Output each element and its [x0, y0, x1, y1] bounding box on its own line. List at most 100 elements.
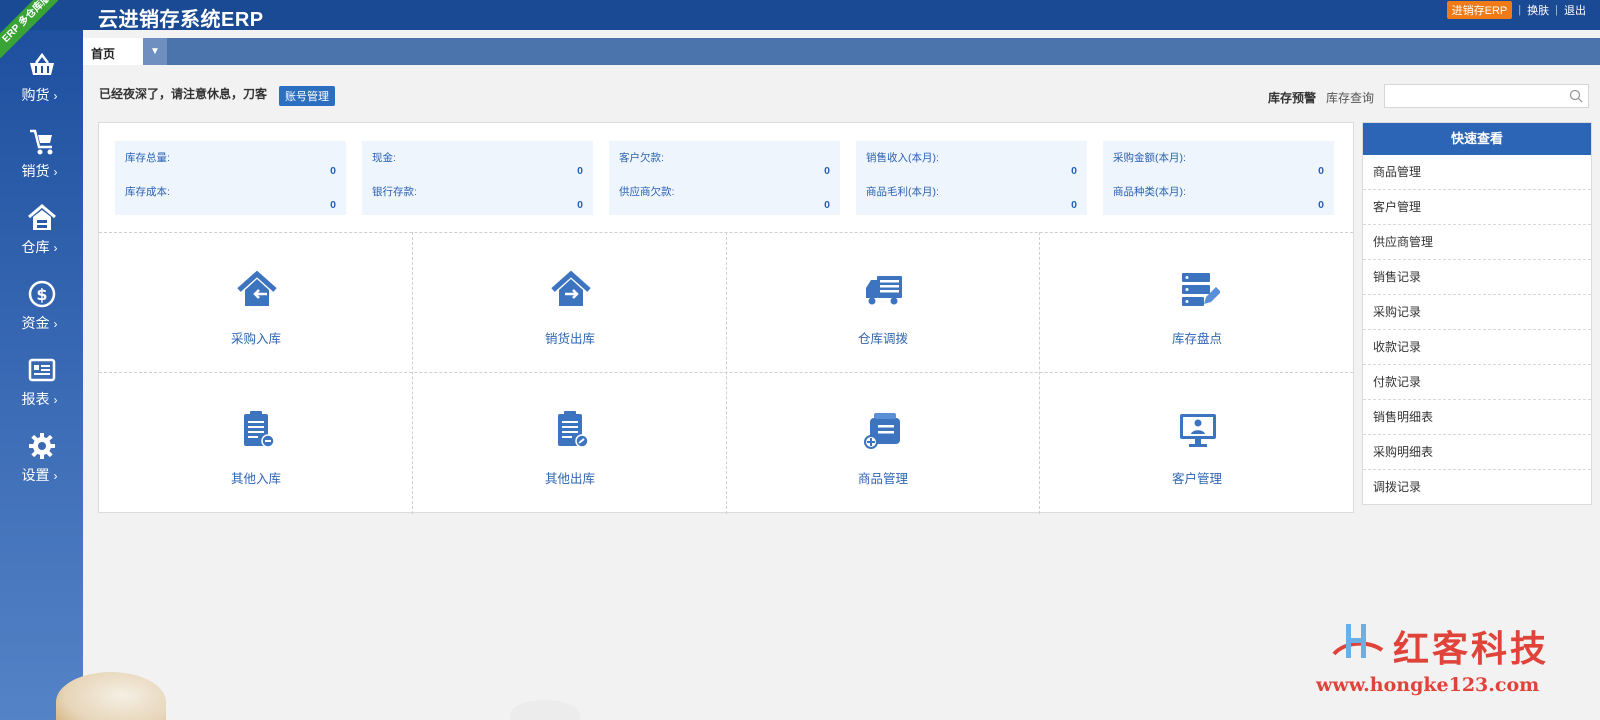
sidebar-item-sales[interactable]: 销货 ›: [0, 124, 83, 194]
clipboard-out-icon: [558, 411, 589, 448]
tab-home[interactable]: 首页: [83, 38, 143, 65]
dashboard-panel: 库存总量: 0 库存成本: 0 现金: 0 银行存款: 0 客户欠款: 0 供应…: [98, 122, 1354, 514]
quick-view-title: 快速查看: [1363, 123, 1591, 155]
stat-label: 客户欠款:: [619, 152, 664, 164]
sidebar-item-label: 设置 ›: [21, 467, 58, 483]
stat-value: 0: [824, 199, 830, 211]
stat-label: 采购金额(本月):: [1113, 152, 1186, 164]
chevron-right-icon: ›: [53, 469, 58, 483]
sidebar-item-settings[interactable]: 设置 ›: [0, 428, 83, 498]
tile-customer-manage[interactable]: 客户管理: [1040, 372, 1354, 512]
tile-other-in[interactable]: 其他入库: [99, 372, 413, 512]
stat-value: 0: [1318, 165, 1324, 177]
stat-label: 现金:: [372, 152, 396, 164]
quick-item-customer[interactable]: 客户管理: [1363, 190, 1591, 225]
change-skin-link[interactable]: 换肤: [1527, 2, 1549, 18]
cart-icon: [30, 129, 53, 155]
stat-card-inventory: 库存总量: 0 库存成本: 0: [115, 141, 346, 215]
stat-value: 0: [824, 165, 830, 177]
sidebar-item-reports[interactable]: 报表 ›: [0, 352, 83, 422]
top-header: 云进销存系统ERP 进销存ERP | 换肤 | 退出: [0, 0, 1600, 31]
tile-label: 库存盘点: [1171, 332, 1222, 346]
stat-value: 0: [577, 165, 583, 177]
decorative-image: [56, 672, 166, 720]
sidebar-item-purchase[interactable]: 购货 ›: [0, 48, 83, 118]
sidebar-item-label: 资金 ›: [21, 315, 58, 331]
watermark: 红客科技 www.hongke123.com: [1316, 620, 1586, 700]
chevron-right-icon: ›: [53, 317, 58, 331]
tile-warehouse-transfer[interactable]: 仓库调拨: [726, 232, 1040, 372]
decorative-image: [510, 700, 580, 720]
sidebar-item-label: 销货 ›: [21, 163, 58, 179]
quick-item-receipt-record[interactable]: 收款记录: [1363, 330, 1591, 365]
tile-product-manage[interactable]: 商品管理: [726, 372, 1040, 512]
hongke-logo-icon: [1332, 624, 1384, 658]
quick-item-purchase-record[interactable]: 采购记录: [1363, 295, 1591, 330]
tab-dropdown-button[interactable]: ▼: [143, 38, 167, 65]
sidebar-item-warehouse[interactable]: 仓库 ›: [0, 200, 83, 270]
house-in-icon: [237, 270, 277, 306]
monitor-user-icon: [1180, 414, 1216, 447]
stat-value: 0: [330, 199, 336, 211]
stat-label: 商品种类(本月):: [1113, 186, 1186, 198]
quick-item-sales-detail[interactable]: 销售明细表: [1363, 400, 1591, 435]
stat-value: 0: [1318, 199, 1324, 211]
quick-item-sales-record[interactable]: 销售记录: [1363, 260, 1591, 295]
warehouse-icon: [28, 204, 56, 230]
app-title: 云进销存系统ERP: [98, 9, 264, 31]
quick-item-supplier[interactable]: 供应商管理: [1363, 225, 1591, 260]
tile-label: 其他出库: [544, 472, 595, 486]
chevron-right-icon: ›: [53, 89, 58, 103]
stat-label: 库存总量:: [125, 152, 170, 164]
tile-label: 采购入库: [230, 332, 281, 346]
chevron-right-icon: ›: [53, 393, 58, 407]
tile-label: 商品管理: [857, 472, 908, 486]
tab-bar: 首页 ▼: [83, 38, 1600, 65]
stat-label: 商品毛利(本月):: [866, 186, 939, 198]
stat-value: 0: [1071, 165, 1077, 177]
stat-label: 银行存款:: [372, 186, 417, 198]
tile-label: 仓库调拨: [857, 332, 908, 346]
stock-query-label: 库存查询: [1326, 91, 1375, 105]
stat-label: 销售收入(本月):: [866, 152, 939, 164]
greeting-text: 已经夜深了，请注意休息，刀客: [99, 87, 268, 101]
version-ribbon: ERP 多仓库版: [0, 0, 58, 58]
tile-label: 其他入库: [230, 472, 281, 486]
stat-label: 供应商欠款:: [619, 186, 675, 198]
tile-sales-out[interactable]: 销货出库: [413, 232, 727, 372]
sidebar-item-label: 仓库 ›: [21, 239, 58, 255]
stat-card-purchase-month: 采购金额(本月): 0 商品种类(本月): 0: [1103, 141, 1334, 215]
sidebar: 购货 › 销货 › 仓库 › $ 资金 › 报表 › 设置 ›: [0, 30, 83, 720]
quick-item-transfer-record[interactable]: 调拨记录: [1363, 470, 1591, 505]
stat-card-debts: 客户欠款: 0 供应商欠款: 0: [609, 141, 840, 215]
account-manage-button[interactable]: 账号管理: [279, 86, 335, 106]
quick-item-purchase-detail[interactable]: 采购明细表: [1363, 435, 1591, 470]
chevron-right-icon: ›: [53, 165, 58, 179]
gear-icon: [29, 433, 55, 459]
tile-other-out[interactable]: 其他出库: [413, 372, 727, 512]
tile-purchase-in[interactable]: 采购入库: [99, 232, 413, 372]
quick-view-panel: 快速查看 商品管理 客户管理 供应商管理 销售记录 采购记录 收款记录 付款记录…: [1362, 122, 1592, 505]
svg-text:$: $: [36, 285, 47, 304]
tile-stock-count[interactable]: 库存盘点: [1040, 232, 1354, 372]
stats-row: 库存总量: 0 库存成本: 0 现金: 0 银行存款: 0 客户欠款: 0 供应…: [115, 141, 1337, 215]
watermark-url: www.hongke123.com: [1316, 674, 1540, 696]
quick-item-product[interactable]: 商品管理: [1363, 155, 1591, 190]
stat-card-sales-month: 销售收入(本月): 0 商品毛利(本月): 0: [856, 141, 1087, 215]
top-links: 进销存ERP | 换肤 | 退出: [1446, 1, 1586, 19]
stat-value: 0: [577, 199, 583, 211]
quick-item-payment-record[interactable]: 付款记录: [1363, 365, 1591, 400]
tile-label: 客户管理: [1171, 472, 1222, 486]
stock-search-input[interactable]: [1385, 85, 1565, 107]
truck-icon: [866, 276, 902, 305]
stock-warning-link[interactable]: 库存预警: [1268, 89, 1316, 106]
chevron-down-icon: ▼: [150, 46, 160, 57]
search-icon[interactable]: [1569, 89, 1583, 103]
separator: |: [1518, 4, 1522, 16]
stat-value: 0: [330, 165, 336, 177]
separator: |: [1555, 4, 1558, 16]
erp-badge[interactable]: 进销存ERP: [1446, 1, 1513, 19]
sidebar-item-funds[interactable]: $ 资金 ›: [0, 276, 83, 346]
logout-link[interactable]: 退出: [1564, 2, 1586, 18]
watermark-name: 红客科技: [1393, 628, 1550, 670]
